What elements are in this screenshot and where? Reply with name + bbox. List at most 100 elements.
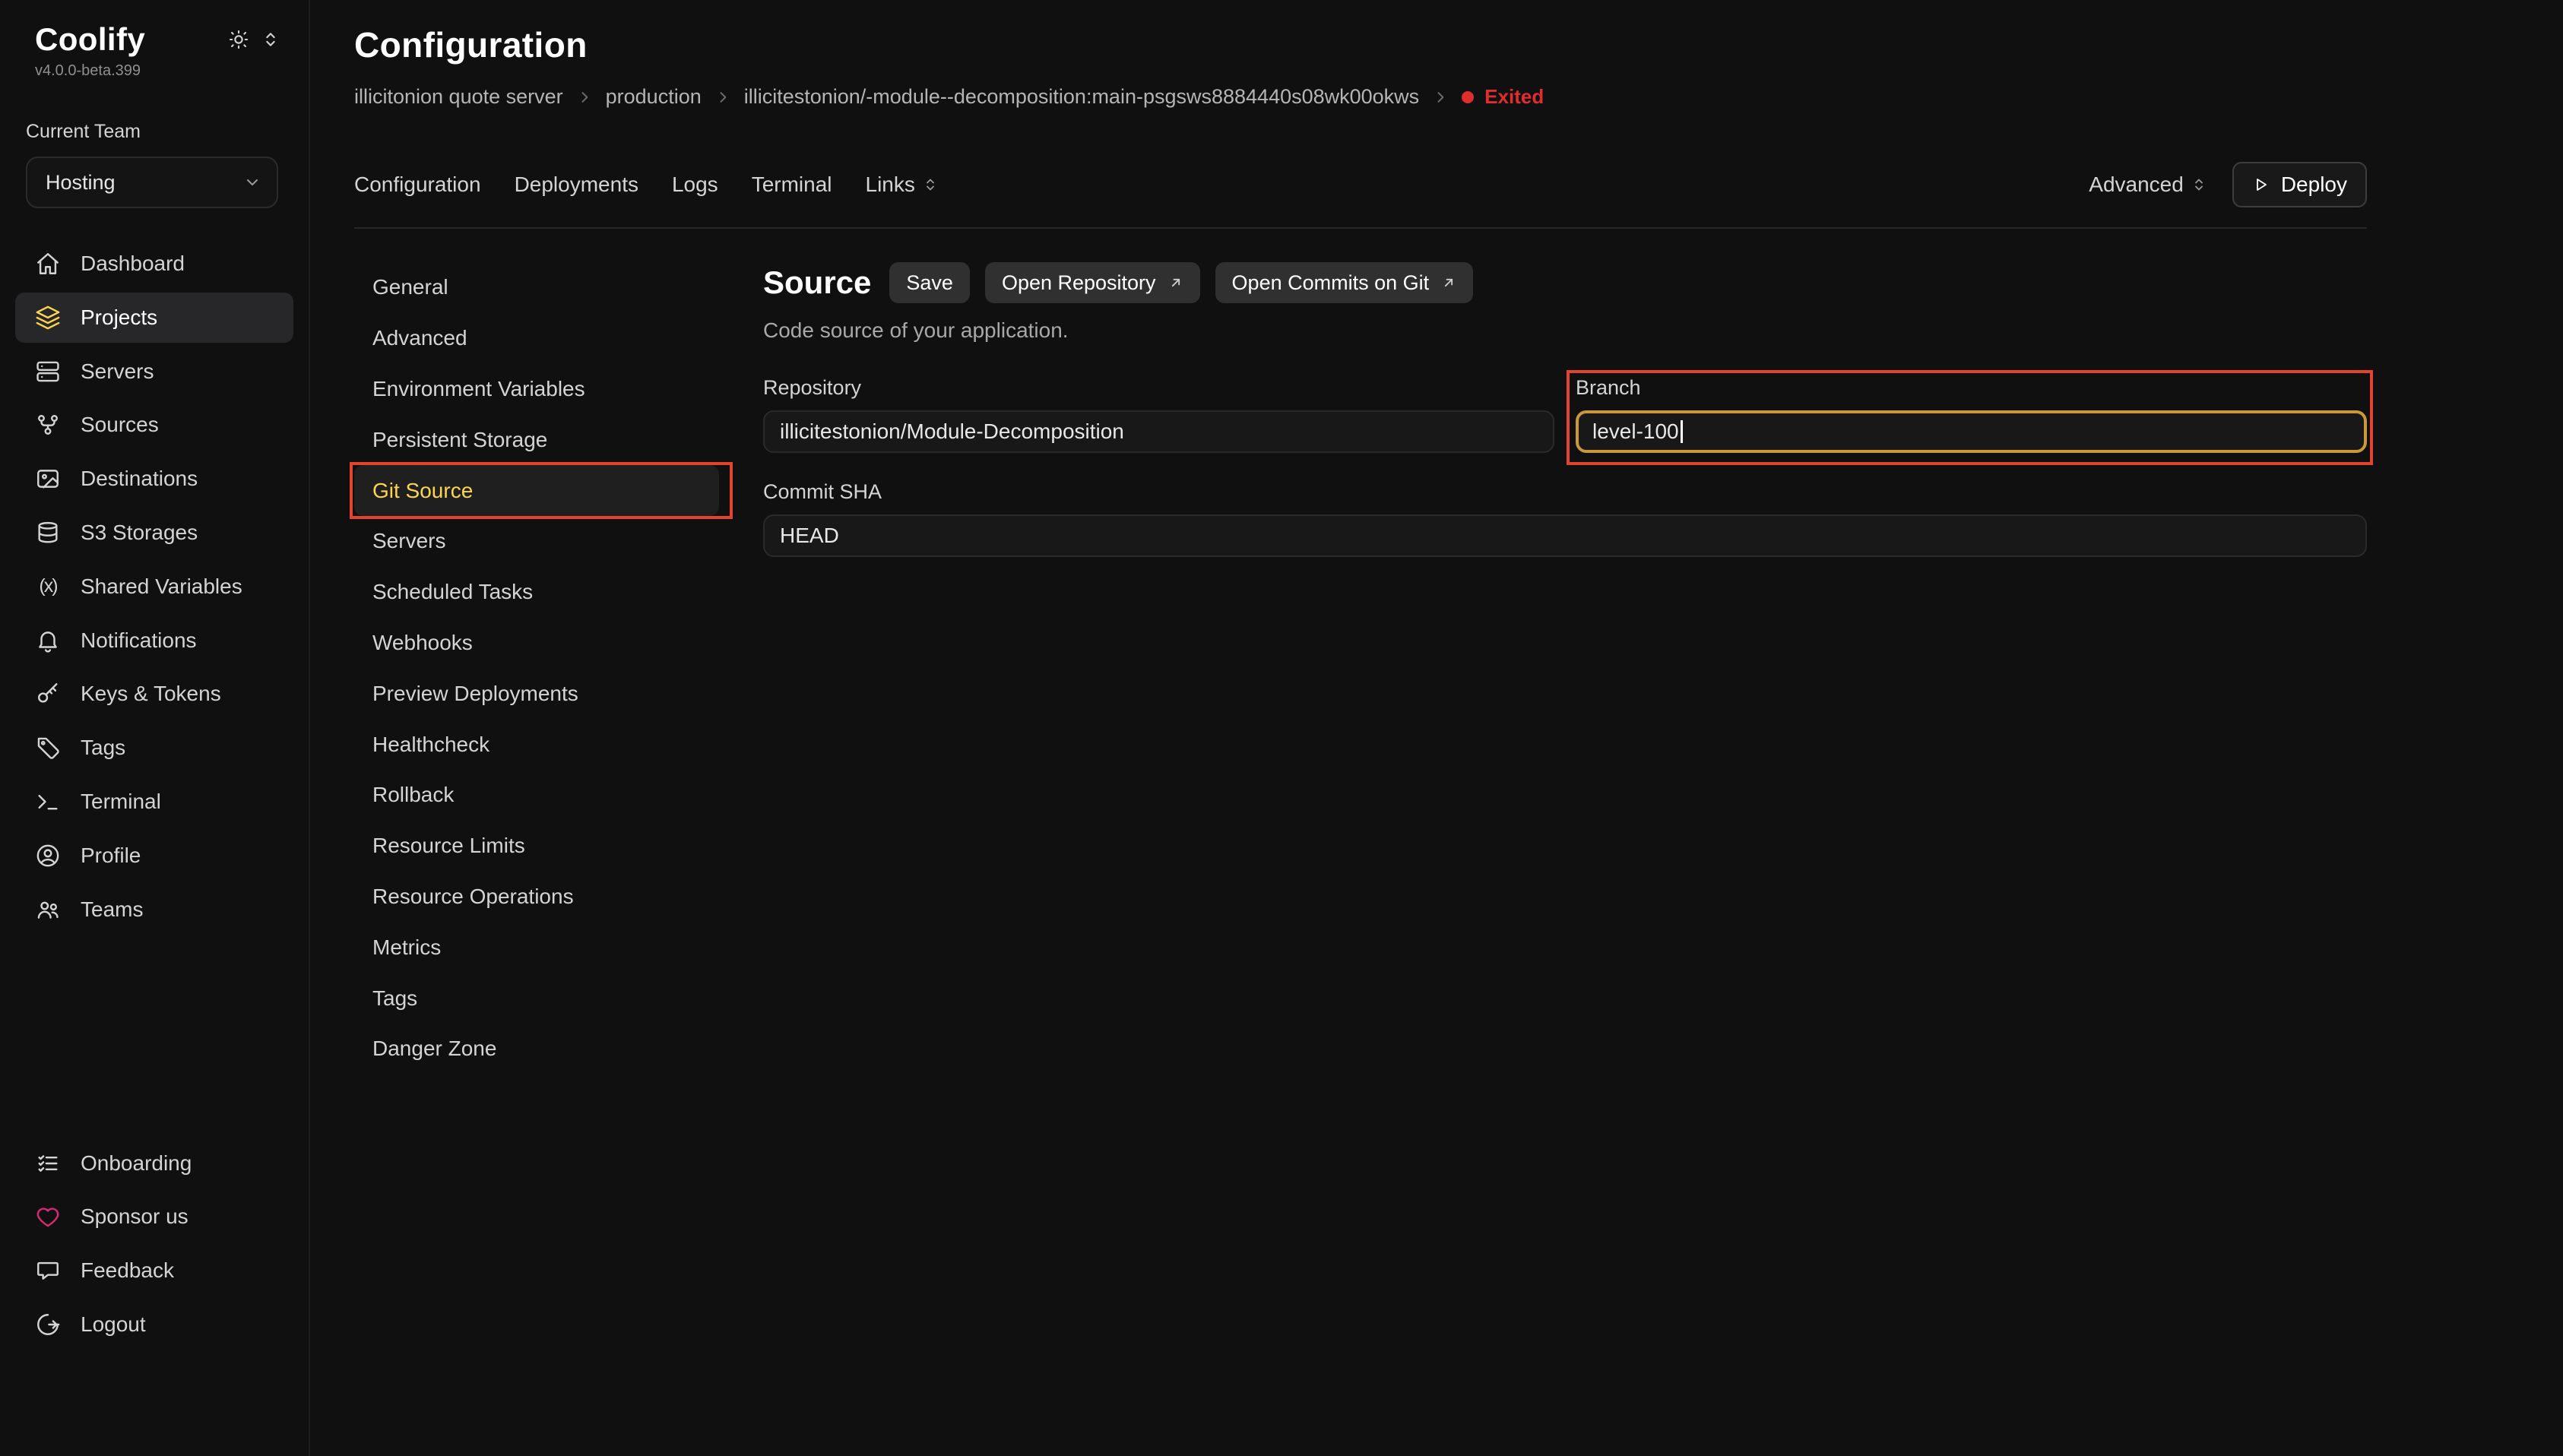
deploy-label: Deploy <box>2281 173 2347 197</box>
server-icon <box>35 359 61 385</box>
user-circle-icon <box>35 843 61 869</box>
source-heading: Source <box>763 264 871 301</box>
current-team-label: Current Team <box>26 121 278 143</box>
sidebar-item-profile[interactable]: Profile <box>15 831 293 881</box>
advanced-menu[interactable]: Advanced <box>2089 173 2208 197</box>
subnav-item-danger-zone[interactable]: Danger Zone <box>354 1024 719 1075</box>
sidebar-item-notifications[interactable]: Notifications <box>15 616 293 666</box>
logo-block: Coolify v4.0.0-beta.399 <box>35 21 145 80</box>
tab-configuration[interactable]: Configuration <box>354 173 481 197</box>
sidebar-item-logout[interactable]: Logout <box>15 1299 293 1350</box>
branch-field: Branch level-100 <box>1576 376 2367 453</box>
subnav-item-healthcheck[interactable]: Healthcheck <box>354 719 719 770</box>
commit-sha-field: Commit SHA <box>763 480 2367 557</box>
chevrons-up-down-icon <box>2190 176 2208 194</box>
subnav-item-git-source[interactable]: Git Source <box>354 465 719 516</box>
key-icon <box>35 681 61 707</box>
tab-terminal[interactable]: Terminal <box>752 173 832 197</box>
deploy-button[interactable]: Deploy <box>2232 162 2367 207</box>
play-icon <box>2252 176 2270 194</box>
open-repository-button[interactable]: Open Repository <box>985 262 1200 303</box>
database-icon <box>35 520 61 546</box>
sidebar-item-destinations[interactable]: Destinations <box>15 454 293 504</box>
subnav-item-resource-operations[interactable]: Resource Operations <box>354 872 719 923</box>
sidebar-item-label: Logout <box>81 1312 146 1337</box>
heart-icon <box>35 1204 61 1230</box>
subnav-item-resource-limits[interactable]: Resource Limits <box>354 821 719 872</box>
sidebar-item-projects[interactable]: Projects <box>15 293 293 343</box>
subnav-item-advanced[interactable]: Advanced <box>354 313 719 364</box>
sidebar-item-tags[interactable]: Tags <box>15 723 293 773</box>
sidebar-item-sponsor-us[interactable]: Sponsor us <box>15 1192 293 1242</box>
sidebar-item-label: S3 Storages <box>81 521 198 545</box>
sidebar-item-label: Shared Variables <box>81 574 242 599</box>
subnav-item-environment-variables[interactable]: Environment Variables <box>354 364 719 415</box>
sidebar-item-terminal[interactable]: Terminal <box>15 777 293 827</box>
save-button[interactable]: Save <box>889 262 970 303</box>
team-select-value: Hosting <box>46 171 116 195</box>
subnav-item-general[interactable]: General <box>354 262 719 313</box>
advanced-label: Advanced <box>2089 173 2184 197</box>
source-panel: Source Save Open Repository Open Commits… <box>763 262 2367 1075</box>
open-repository-label: Open Repository <box>1002 271 1156 295</box>
sidebar-item-shared-variables[interactable]: (x) Shared Variables <box>15 562 293 612</box>
checklist-icon <box>35 1151 61 1176</box>
sidebar-item-label: Tags <box>81 736 125 760</box>
status-dot-icon <box>1462 91 1474 103</box>
branch-input[interactable]: level-100 <box>1576 410 2367 453</box>
sidebar-item-label: Sponsor us <box>81 1204 189 1229</box>
terminal-icon <box>35 789 61 815</box>
subnav-item-preview-deployments[interactable]: Preview Deployments <box>354 668 719 719</box>
sidebar-item-onboarding[interactable]: Onboarding <box>15 1138 293 1189</box>
subnav-item-metrics[interactable]: Metrics <box>354 922 719 973</box>
subnav-item-servers[interactable]: Servers <box>354 516 719 567</box>
external-link-icon <box>1441 275 1456 290</box>
subnav-item-rollback[interactable]: Rollback <box>354 770 719 821</box>
chevrons-up-down-icon <box>921 176 939 194</box>
open-commits-button[interactable]: Open Commits on Git <box>1215 262 1474 303</box>
repository-label: Repository <box>763 376 1554 400</box>
sidebar-item-s3-storages[interactable]: S3 Storages <box>15 508 293 558</box>
config-subnav: General Advanced Environment Variables P… <box>354 262 719 1075</box>
sidebar-item-sources[interactable]: Sources <box>15 400 293 450</box>
tab-deployments[interactable]: Deployments <box>515 173 638 197</box>
tab-bar: Configuration Deployments Logs Terminal … <box>354 162 2367 229</box>
sidebar-item-keys-tokens[interactable]: Keys & Tokens <box>15 669 293 719</box>
layers-icon <box>35 305 61 331</box>
sidebar-item-label: Dashboard <box>81 252 185 276</box>
home-icon <box>35 251 61 277</box>
users-icon <box>35 897 61 923</box>
commit-sha-input[interactable] <box>763 514 2367 557</box>
sidebar-item-label: Terminal <box>81 790 161 814</box>
subnav-item-webhooks[interactable]: Webhooks <box>354 618 719 669</box>
commit-sha-label: Commit SHA <box>763 480 2367 504</box>
sidebar-item-teams[interactable]: Teams <box>15 885 293 935</box>
breadcrumb-environment[interactable]: production <box>606 85 702 109</box>
source-form: Repository Branch level-100 <box>763 376 2367 557</box>
chevron-right-icon <box>577 90 592 105</box>
chat-bubble-icon <box>35 1258 61 1283</box>
sidebar-item-label: Onboarding <box>81 1151 192 1176</box>
open-commits-label: Open Commits on Git <box>1232 271 1430 295</box>
chevrons-up-down-icon[interactable] <box>260 29 281 50</box>
tab-links[interactable]: Links <box>866 173 939 197</box>
theme-sun-icon[interactable] <box>228 29 249 50</box>
breadcrumb-application[interactable]: illicitestonion/-module--decomposition:m… <box>744 85 1419 109</box>
tab-logs[interactable]: Logs <box>672 173 718 197</box>
repository-input[interactable] <box>763 410 1554 453</box>
subnav-item-tags[interactable]: Tags <box>354 973 719 1024</box>
sidebar-item-feedback[interactable]: Feedback <box>15 1246 293 1296</box>
sidebar-item-label: Projects <box>81 305 157 330</box>
tag-icon <box>35 735 61 761</box>
subnav-item-persistent-storage[interactable]: Persistent Storage <box>354 414 719 465</box>
branch-value: level-100 <box>1592 419 1679 444</box>
sidebar-item-label: Feedback <box>81 1258 174 1283</box>
sidebar-item-servers[interactable]: Servers <box>15 347 293 397</box>
branch-label: Branch <box>1576 376 2367 400</box>
breadcrumb-project[interactable]: illicitonion quote server <box>354 85 563 109</box>
source-description: Code source of your application. <box>763 318 2367 343</box>
team-select[interactable]: Hosting <box>26 157 278 208</box>
subnav-item-label: Git Source <box>372 479 473 503</box>
subnav-item-scheduled-tasks[interactable]: Scheduled Tasks <box>354 567 719 618</box>
sidebar-item-dashboard[interactable]: Dashboard <box>15 239 293 289</box>
